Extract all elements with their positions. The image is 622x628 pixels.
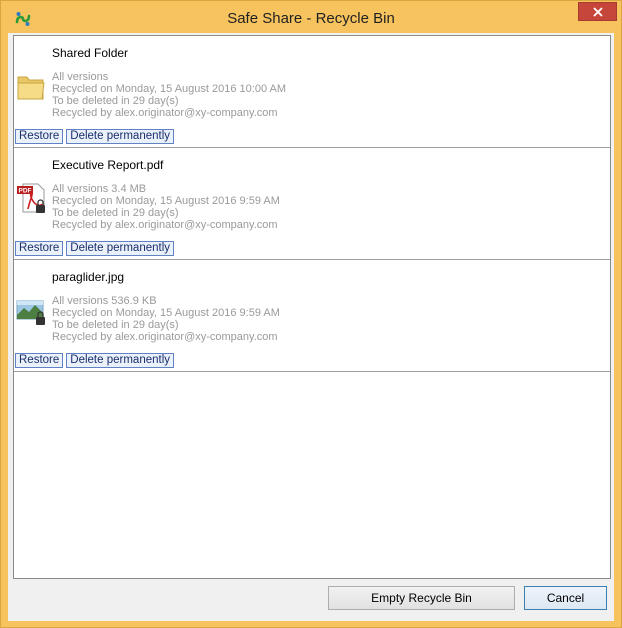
- list-item: Executive Report.pdf PDF All versions 3.…: [14, 148, 610, 260]
- image-file-icon: [16, 300, 45, 325]
- close-icon: [592, 6, 603, 17]
- recycled-items-list[interactable]: Shared Folder All versions Recycled on M…: [13, 35, 611, 579]
- item-actions: Restore Delete permanently: [15, 129, 175, 144]
- folder-icon: [17, 76, 45, 100]
- item-name: Shared Folder: [52, 46, 129, 60]
- list-item: paraglider.jpg All versions 536.9 KB Rec…: [14, 260, 610, 372]
- item-to-be-deleted: To be deleted in 29 day(s): [52, 95, 179, 107]
- recycle-bin-window: Safe Share - Recycle Bin Shared Folder A…: [0, 0, 622, 628]
- item-recycled-by: Recycled by alex.originator@xy-company.c…: [52, 219, 278, 231]
- item-actions: Restore Delete permanently: [15, 241, 175, 256]
- item-versions: All versions: [52, 71, 109, 83]
- item-to-be-deleted: To be deleted in 29 day(s): [52, 319, 179, 331]
- title-bar[interactable]: Safe Share - Recycle Bin: [1, 1, 621, 34]
- item-name: paraglider.jpg: [52, 270, 125, 284]
- close-button[interactable]: [578, 2, 617, 21]
- pdf-file-icon: PDF: [17, 183, 45, 213]
- item-recycled-on: Recycled on Monday, 15 August 2016 10:00…: [52, 83, 287, 95]
- empty-recycle-bin-button[interactable]: Empty Recycle Bin: [328, 586, 515, 610]
- item-details: All versions 3.4 MB Recycled on Monday, …: [52, 183, 280, 231]
- item-recycled-on: Recycled on Monday, 15 August 2016 9:59 …: [52, 195, 280, 207]
- window-title: Safe Share - Recycle Bin: [227, 10, 395, 27]
- item-name: Executive Report.pdf: [52, 158, 164, 172]
- item-recycled-by: Recycled by alex.originator@xy-company.c…: [52, 107, 278, 119]
- restore-button[interactable]: Restore: [15, 353, 64, 368]
- cancel-button[interactable]: Cancel: [524, 586, 607, 610]
- item-details: All versions Recycled on Monday, 15 Augu…: [52, 71, 286, 119]
- item-versions: All versions 536.9 KB: [52, 295, 157, 307]
- dialog-body: Shared Folder All versions Recycled on M…: [8, 33, 614, 621]
- delete-permanently-button[interactable]: Delete permanently: [66, 241, 175, 256]
- list-item: Shared Folder All versions Recycled on M…: [14, 36, 610, 148]
- item-recycled-on: Recycled on Monday, 15 August 2016 9:59 …: [52, 307, 280, 319]
- delete-permanently-button[interactable]: Delete permanently: [66, 129, 175, 144]
- restore-button[interactable]: Restore: [15, 241, 64, 256]
- svg-text:PDF: PDF: [19, 188, 32, 195]
- item-recycled-by: Recycled by alex.originator@xy-company.c…: [52, 331, 278, 343]
- restore-button[interactable]: Restore: [15, 129, 64, 144]
- item-to-be-deleted: To be deleted in 29 day(s): [52, 207, 179, 219]
- item-actions: Restore Delete permanently: [15, 353, 175, 368]
- item-details: All versions 536.9 KB Recycled on Monday…: [52, 295, 280, 343]
- delete-permanently-button[interactable]: Delete permanently: [66, 353, 175, 368]
- item-versions: All versions 3.4 MB: [52, 183, 147, 195]
